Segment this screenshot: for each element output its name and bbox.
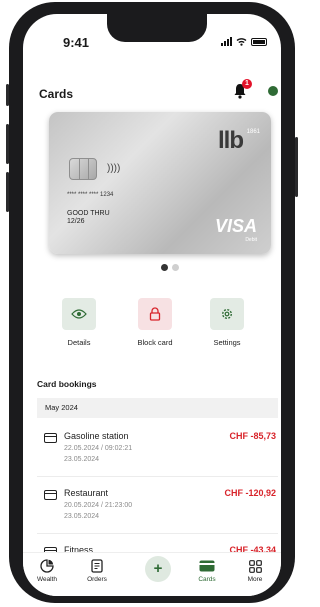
orders-icon xyxy=(77,559,117,573)
visa-logo: VISA xyxy=(214,216,257,236)
settings-button[interactable]: Settings xyxy=(197,298,257,347)
divider xyxy=(37,533,278,534)
details-button[interactable]: Details xyxy=(49,298,109,347)
booking-name: Restaurant xyxy=(64,488,109,498)
add-button[interactable]: + xyxy=(145,556,171,582)
bank-logo: llb xyxy=(218,127,244,154)
volume-up-button xyxy=(6,124,9,164)
signal-icon xyxy=(221,37,232,46)
credit-card-icon xyxy=(44,433,57,443)
booking-date: 22.05.2024 / 09:02:21 xyxy=(64,445,133,452)
divider xyxy=(37,476,278,477)
booking-amount: CHF -85,73 xyxy=(229,431,276,441)
chip-icon xyxy=(69,158,97,180)
lock-icon xyxy=(138,298,172,330)
wifi-icon xyxy=(236,38,247,46)
card-number: **** **** **** 1234 xyxy=(67,192,114,198)
pagination-dot[interactable] xyxy=(172,264,179,271)
block-card-label: Block card xyxy=(137,338,173,347)
card-pagination xyxy=(161,264,179,271)
tab-label: More xyxy=(247,576,263,583)
tab-more[interactable]: More xyxy=(235,559,275,583)
booking-row[interactable]: Restaurant 20.05.2024 / 21:23:00 23.05.2… xyxy=(37,485,278,529)
status-icons xyxy=(221,37,267,46)
notification-badge: 1 xyxy=(242,79,252,89)
mute-switch xyxy=(6,84,9,106)
card-type: Debit xyxy=(245,237,257,243)
app-screen: 9:41 Cards 1 llb 1861 )))) **** **** ***… xyxy=(23,14,281,596)
card-bookings-title: Card bookings xyxy=(37,379,97,389)
eye-icon xyxy=(62,298,96,330)
profile-icon[interactable] xyxy=(268,86,278,96)
credit-card-icon xyxy=(44,490,57,500)
good-thru-label: GOOD THRU xyxy=(67,210,110,217)
pagination-dot-active[interactable] xyxy=(161,264,168,271)
tab-cards[interactable]: Cards xyxy=(187,559,227,583)
volume-down-button xyxy=(6,172,9,212)
tab-label: Orders xyxy=(87,576,107,583)
debit-card[interactable]: llb 1861 )))) **** **** **** 1234 GOOD T… xyxy=(49,112,271,254)
month-header: May 2024 xyxy=(37,398,278,418)
notch xyxy=(107,14,207,42)
booking-amount: CHF -120,92 xyxy=(224,488,276,498)
bank-logo-year: 1861 xyxy=(246,129,260,135)
status-time: 9:41 xyxy=(63,35,90,50)
booking-row[interactable]: Gasoline station 22.05.2024 / 09:02:21 2… xyxy=(37,428,278,472)
tab-label: Wealth xyxy=(36,576,58,583)
power-button xyxy=(295,137,298,197)
details-label: Details xyxy=(67,338,91,347)
more-icon xyxy=(235,559,275,573)
booking-value-date: 23.05.2024 xyxy=(64,513,100,520)
page-title: Cards xyxy=(39,87,74,101)
battery-icon xyxy=(251,37,267,46)
wealth-icon xyxy=(27,559,67,573)
contactless-icon: )))) xyxy=(107,163,121,174)
block-card-button[interactable]: Block card xyxy=(125,298,185,347)
tab-orders[interactable]: Orders xyxy=(77,559,117,583)
booking-date: 20.05.2024 / 21:23:00 xyxy=(64,502,133,509)
tab-label: Cards xyxy=(198,576,216,583)
tab-wealth[interactable]: Wealth xyxy=(27,559,67,583)
cards-icon xyxy=(187,559,227,573)
settings-label: Settings xyxy=(213,338,241,347)
gear-icon xyxy=(210,298,244,330)
card-expiry: GOOD THRU 12/26 xyxy=(67,210,110,226)
booking-value-date: 23.05.2024 xyxy=(64,456,100,463)
expiry-date: 12/26 xyxy=(67,218,85,225)
booking-name: Gasoline station xyxy=(64,431,129,441)
